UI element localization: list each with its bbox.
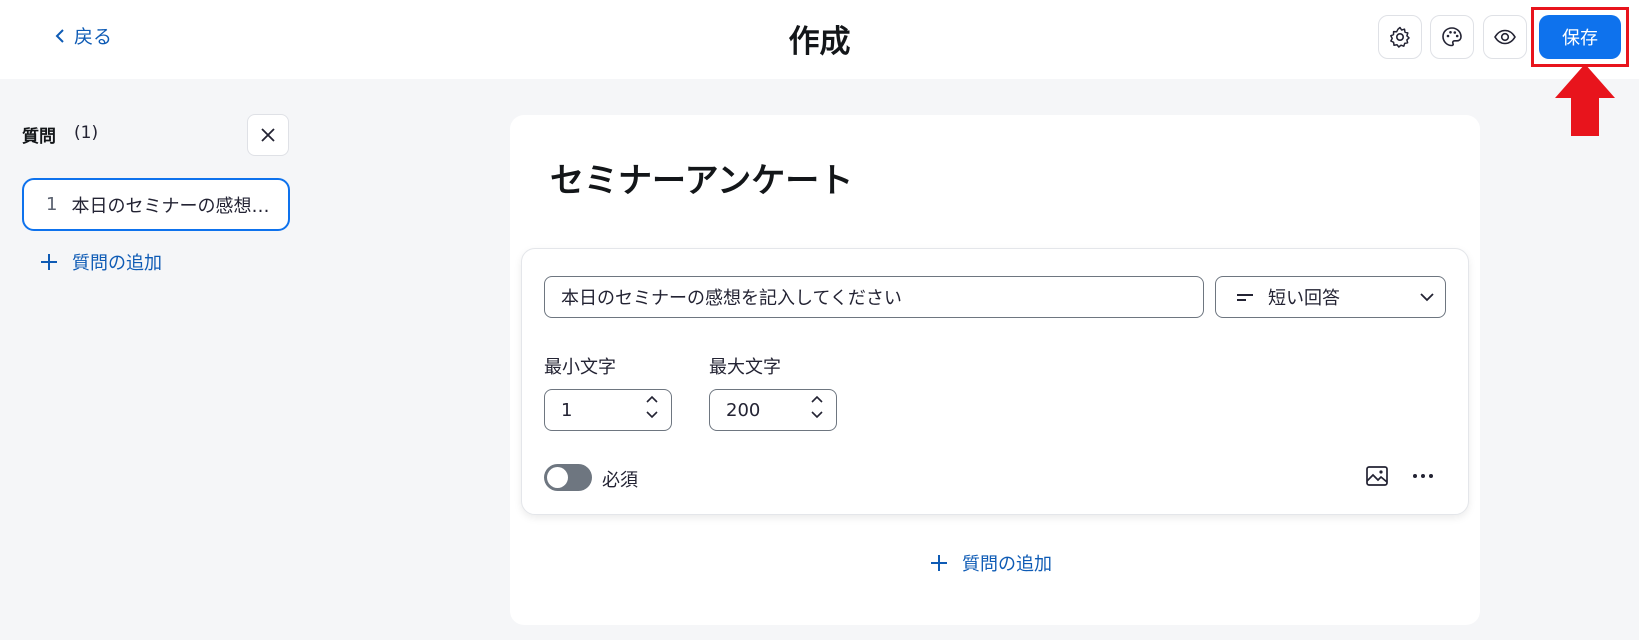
max-chars-label: 最大文字 [709, 357, 781, 378]
save-highlight-box [1531, 7, 1629, 67]
chevron-up-icon[interactable] [645, 394, 659, 404]
question-number: 1 [46, 194, 58, 215]
sidebar-title: 質問 [22, 127, 56, 147]
short-answer-icon [1237, 294, 1253, 301]
chevron-down-icon[interactable] [810, 410, 824, 420]
required-label: 必須 [602, 470, 638, 491]
close-sidebar-button[interactable] [247, 114, 289, 156]
question-count: (1) [74, 123, 99, 143]
min-chars-label: 最小文字 [544, 357, 616, 378]
add-question-label: 質問の追加 [72, 253, 162, 274]
question-type-select[interactable]: 短い回答 [1215, 276, 1446, 318]
more-options-icon[interactable] [1410, 463, 1436, 489]
chevron-down-icon [1420, 293, 1434, 302]
max-chars-value: 200 [726, 399, 761, 421]
question-text-input[interactable]: 本日のセミナーの感想を記入してください [544, 276, 1204, 318]
add-question-button[interactable]: 質問の追加 [930, 550, 1052, 576]
question-card[interactable]: 本日のセミナーの感想を記入してください 短い回答 最小文字 1 最大文字 200… [521, 248, 1469, 515]
survey-card: セミナーアンケート 本日のセミナーの感想を記入してください 短い回答 最小文字 … [510, 115, 1480, 625]
survey-title[interactable]: セミナーアンケート [550, 153, 853, 202]
preview-button[interactable] [1483, 15, 1527, 59]
palette-icon [1442, 27, 1462, 47]
plus-icon [41, 254, 57, 270]
theme-button[interactable] [1430, 15, 1474, 59]
red-arrow-up-icon [1555, 64, 1615, 136]
question-type-label: 短い回答 [1268, 288, 1340, 309]
plus-icon [931, 555, 947, 571]
image-icon[interactable] [1364, 463, 1390, 489]
eye-icon [1494, 29, 1516, 45]
min-chars-stepper[interactable]: 1 [544, 389, 672, 431]
sidebar-add-question-button[interactable]: 質問の追加 [40, 249, 162, 275]
question-title: 本日のセミナーの感想を記入してください [71, 195, 276, 217]
gear-icon [1390, 26, 1410, 48]
sidebar-question-item[interactable]: 1 本日のセミナーの感想を記入してください [22, 178, 290, 231]
required-toggle[interactable] [544, 464, 592, 491]
settings-button[interactable] [1378, 15, 1422, 59]
max-chars-stepper[interactable]: 200 [709, 389, 837, 431]
chevron-up-icon[interactable] [810, 394, 824, 404]
top-bar: 戻る 作成 保存 [0, 0, 1639, 79]
min-chars-value: 1 [561, 399, 573, 421]
add-question-label: 質問の追加 [962, 554, 1052, 575]
chevron-down-icon[interactable] [645, 410, 659, 420]
close-icon [261, 128, 275, 142]
